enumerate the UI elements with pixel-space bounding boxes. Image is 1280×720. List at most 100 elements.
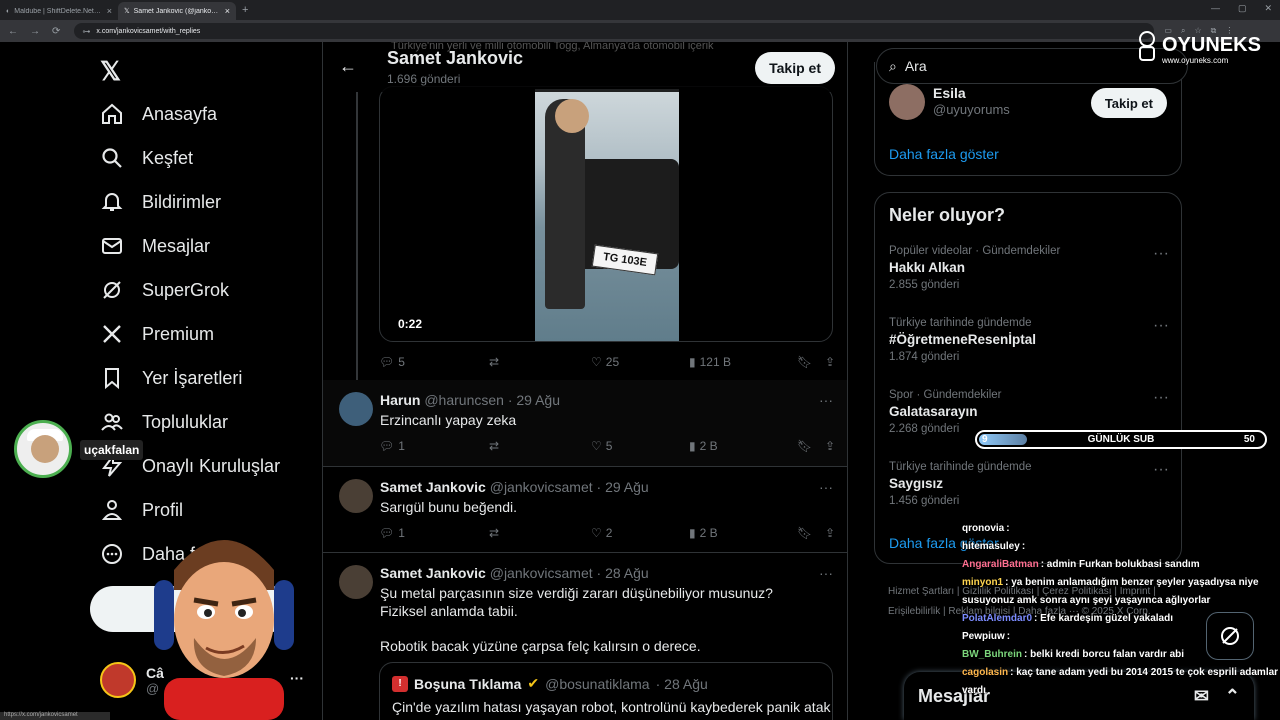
trend-item[interactable]: Türkiye tarihinde gündemde Saygısız 1.456 … (889, 461, 1169, 507)
tweet-date[interactable]: · 29 Ağu (597, 479, 649, 495)
sidebar-item-5[interactable]: Premium (100, 322, 214, 346)
bookmark-icon: 🔖︎ (797, 439, 813, 453)
tab-close-icon[interactable]: × (225, 6, 230, 16)
follow-button[interactable]: Takip et (755, 52, 835, 84)
trend-post-count: 2.855 gönderi (889, 279, 960, 291)
minimize-icon[interactable]: — (1211, 3, 1220, 14)
tweet-date[interactable]: · 29 Ağu (508, 392, 560, 408)
video-frame[interactable]: TG 103E (535, 89, 679, 341)
more-icon[interactable]: ··· (819, 479, 833, 495)
avatar[interactable] (339, 565, 373, 599)
views-button[interactable]: ▮ 2 B (689, 526, 797, 540)
back-nav-icon[interactable]: ← (8, 26, 18, 37)
reply-button[interactable]: 💬︎ 5 (379, 355, 489, 369)
chat-username: minyon1 (962, 577, 1004, 588)
bookmark-button[interactable]: 🔖︎ (797, 355, 825, 369)
chat-username: cagolasin (962, 667, 1009, 678)
trend-context: Türkiye tarihinde gündemde (889, 317, 1032, 329)
more-icon[interactable]: ··· (1153, 389, 1169, 407)
reload-icon[interactable]: ⟳ (52, 26, 60, 37)
search-placeholder: Ara (904, 58, 927, 74)
avatar[interactable] (339, 479, 373, 513)
more-icon[interactable]: ··· (819, 392, 833, 408)
quoted-tweet[interactable]: ! Boşuna Tıklama ✔ @bosunatiklama · 28 A… (379, 662, 833, 720)
bell-icon (100, 190, 124, 214)
sidebar-item-7[interactable]: Topluluklar (100, 410, 228, 434)
chat-username: BW_Buhrein (962, 649, 1022, 660)
trend-context: Popüler videolar · Gündemdekiler (889, 245, 1061, 257)
like-button[interactable]: ♡ 2 (591, 526, 689, 540)
sidebar-item-3[interactable]: Mesajlar (100, 234, 210, 258)
more-icon[interactable]: ··· (819, 565, 833, 581)
x-logo-icon[interactable]: 𝕏 (100, 56, 121, 87)
chart-icon: ▮ (689, 439, 696, 453)
reply-button[interactable]: 💬︎ 1 (379, 526, 489, 540)
bookmark-button[interactable]: 🔖︎ (797, 526, 825, 540)
author-name[interactable]: Harun (380, 392, 420, 408)
share-button[interactable]: ⇪ (825, 526, 835, 540)
avatar[interactable] (889, 84, 925, 120)
tweet-item[interactable]: Harun @haruncsen · 29 Ağu ··· Erzincanlı… (323, 380, 847, 466)
avatar (100, 662, 136, 698)
tweet-text: Şu metal parçasının size verdiği zararı … (380, 585, 773, 619)
tweet-item[interactable]: Samet Jankovic @jankovicsamet · 29 Ağu ·… (323, 466, 847, 552)
avatar[interactable] (339, 392, 373, 426)
author-handle[interactable]: @jankovicsamet (490, 565, 593, 581)
bookmark-icon (100, 366, 124, 390)
new-tab-icon[interactable]: + (242, 4, 248, 16)
reply-button[interactable]: 💬︎ 1 (379, 439, 489, 453)
author-name[interactable]: Samet Jankovic (380, 479, 486, 495)
tab-close-icon[interactable]: × (107, 6, 112, 16)
author-handle[interactable]: @jankovicsamet (490, 479, 593, 495)
site-info-icon[interactable]: ⊶ (82, 27, 90, 36)
browser-tab[interactable]: ◐ Maldube | ShiftDelete.Net Forum × (0, 2, 118, 20)
url-field[interactable]: ⊶ x.com/jankovicsamet/with_replies (74, 23, 1155, 39)
chat-message: BW_Buhrein: belki kredi borcu falan vard… (962, 649, 1185, 660)
sidebar-item-2[interactable]: Bildirimler (100, 190, 221, 214)
sidebar-item-0[interactable]: Anasayfa (100, 102, 217, 126)
chat-username: qronovia (962, 523, 1005, 534)
sidebar-item-9[interactable]: Profil (100, 498, 183, 522)
share-button[interactable]: ⇪ (825, 355, 835, 369)
sidebar-item-4[interactable]: SuperGrok (100, 278, 229, 302)
follow-button[interactable]: Takip et (1090, 88, 1167, 118)
bookmark-button[interactable]: 🔖︎ (797, 439, 825, 453)
quote-date: · 28 Ağu (655, 675, 708, 692)
tab-favicon-icon: 𝕏 (124, 8, 130, 15)
post-actions: 💬︎ 1 ⇄ ♡ 5 ▮ 2 B 🔖︎ ⇪ (379, 436, 837, 456)
trend-item[interactable]: Popüler videolar · Gündemdekiler Hakkı Al… (889, 245, 1169, 291)
like-button[interactable]: ♡ 5 (591, 439, 689, 453)
suggestion-name: Esila (933, 85, 966, 101)
sidebar-item-label: Topluluklar (142, 411, 229, 432)
maximize-icon[interactable]: ▢ (1238, 3, 1247, 14)
views-button[interactable]: ▮ 121 B (689, 355, 797, 369)
sidebar-item-6[interactable]: Yer İşaretleri (100, 366, 242, 390)
more-icon[interactable]: ··· (1153, 317, 1169, 335)
forward-nav-icon[interactable]: → (30, 26, 40, 37)
sidebar-item-1[interactable]: Keşfet (100, 146, 193, 170)
trend-item[interactable]: Türkiye tarihinde gündemde #ÖğretmeneRese… (889, 317, 1169, 363)
like-button[interactable]: ♡ 25 (591, 355, 689, 369)
chat-message: Pewpiuw: (962, 631, 1011, 642)
tweet-date[interactable]: · 28 Ağu (597, 565, 649, 581)
author-handle[interactable]: @haruncsen (424, 392, 504, 408)
repost-button[interactable]: ⇄ (489, 526, 591, 540)
follow-suggestion[interactable]: Esila @uyuyorums (889, 84, 1010, 120)
close-window-icon[interactable]: ✕ (1264, 3, 1272, 14)
more-icon[interactable]: ··· (1153, 245, 1169, 263)
repost-button[interactable]: ⇄ (489, 355, 591, 369)
share-button[interactable]: ⇪ (825, 439, 835, 453)
views-button[interactable]: ▮ 2 B (689, 439, 797, 453)
browser-tab-active[interactable]: 𝕏 Samet Jankovic (@jankovicsamet) × (118, 2, 236, 20)
trend-context: Türkiye tarihinde gündemde (889, 461, 1032, 473)
author-name[interactable]: Samet Jankovic (380, 565, 486, 581)
verified-badge-icon: ✔ (527, 675, 540, 691)
back-arrow-icon[interactable]: ← (339, 56, 357, 77)
person-figure (545, 99, 589, 309)
show-more-link[interactable]: Daha fazla göster (889, 146, 999, 162)
reply-icon: 💬︎ (379, 355, 395, 369)
more-icon[interactable]: ··· (1153, 461, 1169, 479)
trend-item[interactable]: Spor · Gündemdekiler Galatasarayın 2.268 g… (889, 389, 1169, 435)
video-player[interactable]: TG 103E 0:22 (379, 86, 833, 342)
repost-button[interactable]: ⇄ (489, 439, 591, 453)
